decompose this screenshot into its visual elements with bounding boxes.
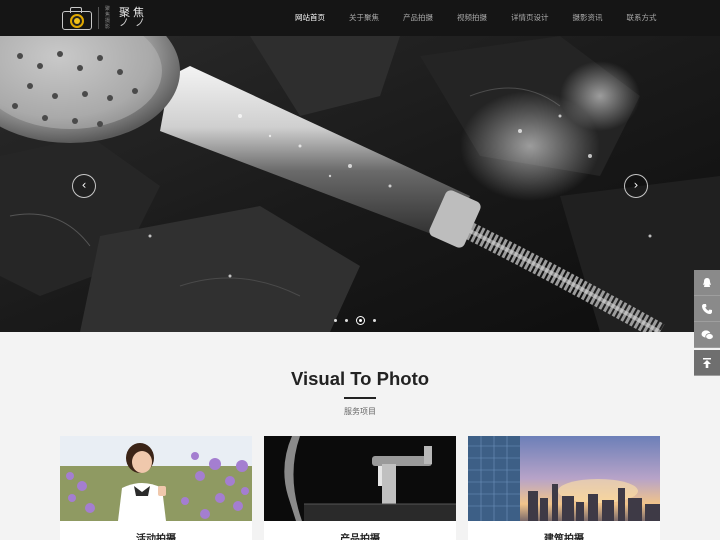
banner-dot-active[interactable] (356, 316, 365, 325)
section-title: Visual To Photo (290, 368, 430, 389)
nav-item-detail-design[interactable]: 详情页设计 (499, 0, 561, 36)
camera-logo-icon (60, 5, 94, 31)
service-card-event[interactable]: 活动拍摄 (60, 436, 252, 540)
banner-image-shower-head (0, 36, 720, 332)
service-card-product[interactable]: 产品拍摄 (264, 436, 456, 540)
service-cards: 活动拍摄 产品拍摄 建筑拍摄 (60, 436, 660, 540)
nav-item-about[interactable]: 关于聚焦 (337, 0, 391, 36)
site-logo[interactable]: 聚焦摄影 聚焦 ノノ (60, 3, 151, 33)
logo-strokes: ノノ (119, 18, 151, 29)
main-nav: 网站首页 关于聚焦 产品拍摄 视频拍摄 详情页设计 摄影资讯 联系方式 (283, 0, 669, 36)
hero-banner: ‹ › (0, 36, 720, 332)
nav-item-home[interactable]: 网站首页 (283, 0, 337, 36)
banner-dot[interactable] (345, 319, 348, 322)
nav-item-video[interactable]: 视频拍摄 (445, 0, 499, 36)
section-subtitle: 服务项目 (344, 407, 376, 416)
card-image-girl-lavender (60, 436, 252, 521)
nav-item-product-photo[interactable]: 产品拍摄 (391, 0, 445, 36)
logo-vertical-text: 聚焦摄影 (105, 6, 111, 30)
card-label: 建筑拍摄 (544, 534, 584, 540)
site-header: 聚焦摄影 聚焦 ノノ 网站首页 关于聚焦 产品拍摄 视频拍摄 详情页设计 摄影资… (0, 0, 720, 36)
phone-icon[interactable] (694, 296, 720, 322)
banner-next-button[interactable]: › (624, 174, 648, 198)
qq-icon[interactable] (694, 270, 720, 296)
card-label: 活动拍摄 (136, 534, 176, 540)
nav-item-news[interactable]: 摄影资讯 (561, 0, 615, 36)
card-label: 产品拍摄 (340, 534, 380, 540)
banner-dot[interactable] (373, 319, 376, 322)
wechat-icon[interactable] (694, 322, 720, 348)
service-card-architecture[interactable]: 建筑拍摄 (468, 436, 660, 540)
title-underline (344, 397, 376, 399)
nav-item-contact[interactable]: 联系方式 (615, 0, 669, 36)
banner-prev-button[interactable]: ‹ (72, 174, 96, 198)
banner-dot[interactable] (334, 319, 337, 322)
banner-pagination (334, 316, 376, 325)
logo-divider (98, 7, 99, 29)
card-image-city-skyline (468, 436, 660, 521)
card-image-faucet (264, 436, 456, 521)
floating-contact-bar (694, 270, 720, 376)
